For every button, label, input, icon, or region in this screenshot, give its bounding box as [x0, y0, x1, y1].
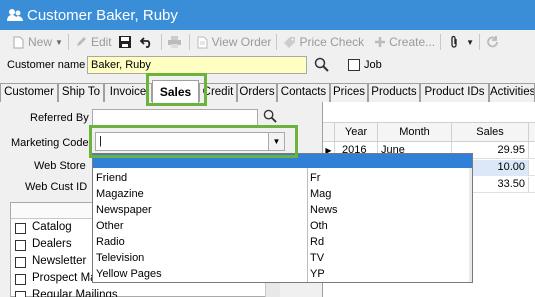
- dropdown-option-code[interactable]: TV: [310, 250, 324, 266]
- tab-prices[interactable]: Prices: [330, 83, 368, 102]
- customer-name-label: Customer name: [7, 59, 86, 71]
- tab-orders[interactable]: Orders: [237, 83, 277, 102]
- job-label: Job: [364, 59, 382, 71]
- tab-customer[interactable]: Customer: [0, 83, 58, 102]
- price-check-label: Price Check: [299, 35, 365, 49]
- save-button[interactable]: [118, 32, 135, 52]
- save-icon: [118, 35, 133, 50]
- row-indicator-header: [323, 123, 335, 143]
- paperclip-icon: [446, 35, 461, 50]
- marketing-code-dropdown[interactable]: Friend Fr Magazine Mag Newspaper News Ot…: [92, 153, 473, 283]
- undo-icon: [139, 35, 154, 50]
- tab-contacts[interactable]: Contacts: [277, 83, 330, 102]
- tab-strip: Customer Ship To Invoice Sales Credit Or…: [0, 80, 535, 103]
- create-label: Create...: [389, 35, 436, 49]
- web-cust-id-label: Web Cust ID: [25, 181, 88, 193]
- column-divider: [307, 168, 308, 282]
- dropdown-option-name[interactable]: Television: [96, 250, 144, 266]
- dropdown-option-name[interactable]: Magazine: [96, 186, 144, 202]
- list-item[interactable]: Dealers: [32, 238, 72, 250]
- refresh-icon: [485, 35, 500, 50]
- new-document-icon: [11, 35, 26, 50]
- grid-header: Year Month Sales: [323, 122, 535, 143]
- customer-name-row: Customer name Baker, Ruby Job: [0, 55, 535, 77]
- window-title: Customer Baker, Ruby: [27, 6, 178, 24]
- undo-button[interactable]: [139, 32, 156, 52]
- dropdown-option-code[interactable]: News: [310, 202, 338, 218]
- create-button[interactable]: Create...: [372, 32, 435, 52]
- price-tag-icon: [282, 35, 297, 50]
- column-header-month[interactable]: Month: [378, 123, 452, 143]
- view-order-button[interactable]: View Order: [195, 32, 272, 52]
- marketing-code-value: |: [99, 135, 102, 147]
- tab-invoice[interactable]: Invoice: [104, 83, 152, 102]
- list-item[interactable]: Regular Mailings: [32, 289, 118, 297]
- tab-activities[interactable]: Activities: [489, 83, 535, 102]
- search-icon[interactable]: [263, 109, 277, 126]
- dropdown-option-name[interactable]: Other: [96, 218, 124, 234]
- view-order-label: View Order: [211, 35, 272, 49]
- tab-sales[interactable]: Sales: [152, 80, 199, 103]
- customer-name-field[interactable]: Baker, Ruby: [87, 56, 307, 74]
- list-item[interactable]: Prospect Ma: [32, 272, 97, 284]
- customer-icon: [7, 7, 23, 23]
- toolbar: New ▼ Edit View Order Price Check Create…: [0, 30, 535, 54]
- list-checkbox[interactable]: [15, 257, 26, 268]
- edit-button[interactable]: Edit: [74, 32, 112, 52]
- column-header-year[interactable]: Year: [335, 123, 378, 143]
- dropdown-selected-row[interactable]: [93, 154, 472, 168]
- tab-credit[interactable]: Credit: [199, 83, 237, 102]
- dropdown-option-code[interactable]: YP: [310, 266, 325, 282]
- attachment-button[interactable]: ▼: [446, 32, 474, 52]
- new-button[interactable]: New ▼: [11, 32, 63, 52]
- new-label: New: [28, 35, 53, 49]
- column-header-sales[interactable]: Sales: [452, 123, 529, 143]
- web-store-label: Web Store: [34, 160, 86, 172]
- marketing-code-select[interactable]: | ▼: [95, 132, 285, 151]
- job-checkbox[interactable]: [348, 59, 360, 71]
- list-item[interactable]: Newsletter: [32, 255, 86, 267]
- tab-products[interactable]: Products: [368, 83, 420, 102]
- marketing-code-label: Marketing Code: [11, 137, 89, 149]
- toolbar-divider: [276, 34, 278, 50]
- dropdown-scrollbar[interactable]: [469, 168, 472, 282]
- pencil-icon: [74, 35, 89, 50]
- price-check-button[interactable]: Price Check: [282, 32, 364, 52]
- tab-ship-to[interactable]: Ship To: [58, 83, 104, 102]
- toolbar-divider: [188, 34, 190, 50]
- toolbar-divider: [479, 34, 481, 50]
- dropdown-option-code[interactable]: Mag: [310, 186, 331, 202]
- print-button[interactable]: [167, 32, 184, 52]
- list-checkbox[interactable]: [15, 274, 26, 285]
- document-icon: [195, 35, 210, 50]
- dropdown-option-code[interactable]: Rd: [310, 234, 324, 250]
- dropdown-option-code[interactable]: Oth: [310, 218, 328, 234]
- title-bar: Customer Baker, Ruby: [0, 0, 535, 30]
- list-item[interactable]: Catalog: [32, 221, 72, 233]
- dropdown-option-name[interactable]: Friend: [96, 170, 127, 186]
- list-checkbox[interactable]: [15, 291, 26, 297]
- toolbar-divider: [160, 34, 162, 50]
- dropdown-option-code[interactable]: Fr: [310, 170, 320, 186]
- referred-by-field[interactable]: [92, 109, 258, 127]
- dropdown-option-name[interactable]: Newspaper: [96, 202, 152, 218]
- search-icon[interactable]: [314, 57, 329, 75]
- list-checkbox[interactable]: [15, 223, 26, 234]
- tab-product-ids[interactable]: Product IDs: [420, 83, 489, 102]
- refresh-button[interactable]: [485, 32, 502, 52]
- referred-by-label: Referred By: [30, 112, 89, 124]
- dropdown-option-name[interactable]: Yellow Pages: [96, 266, 162, 282]
- chevron-down-icon[interactable]: ▼: [466, 38, 474, 47]
- chevron-down-icon[interactable]: ▼: [268, 133, 284, 150]
- dropdown-option-name[interactable]: Radio: [96, 234, 125, 250]
- toolbar-divider: [67, 34, 69, 50]
- list-checkbox[interactable]: [15, 240, 26, 251]
- toolbar-divider: [440, 34, 442, 50]
- plus-icon: [372, 35, 387, 50]
- edit-label: Edit: [90, 35, 112, 49]
- printer-icon: [167, 35, 182, 50]
- chevron-down-icon[interactable]: ▼: [55, 38, 63, 47]
